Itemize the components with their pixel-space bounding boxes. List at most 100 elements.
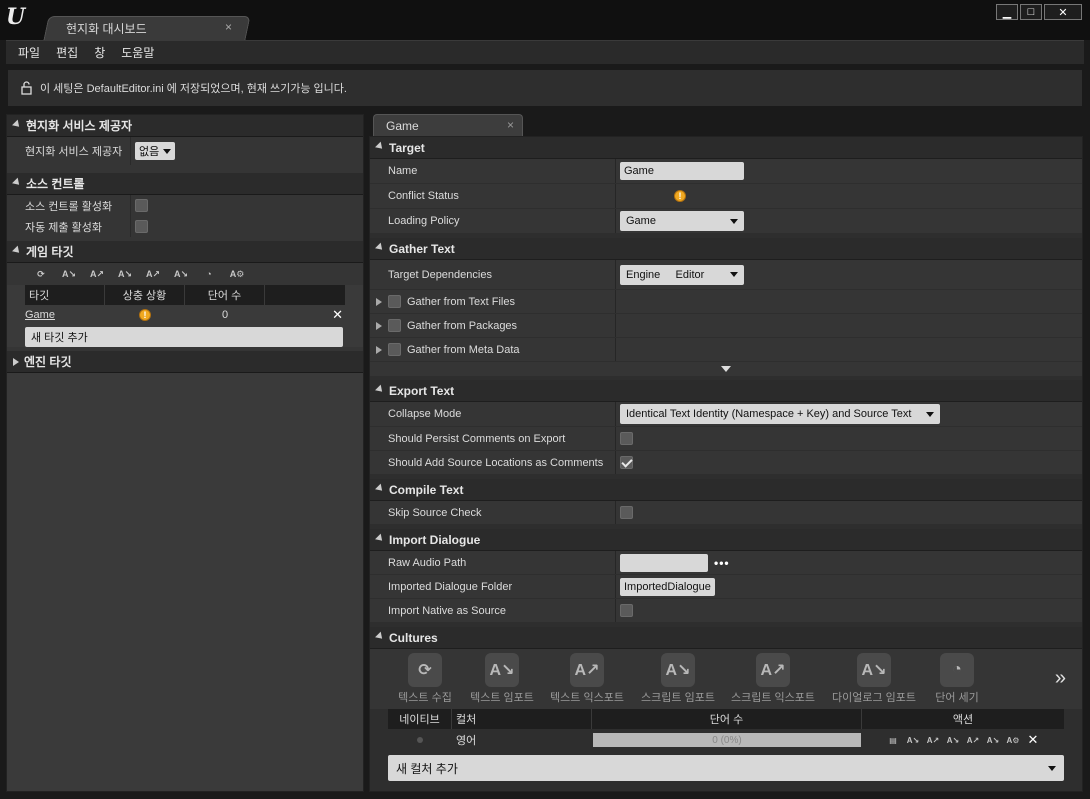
gather-packages-checkbox[interactable] [388, 319, 401, 332]
minimize-button[interactable]: ▁ [996, 4, 1018, 20]
raw-audio-path-input[interactable] [620, 553, 708, 572]
collapse-icon [12, 245, 22, 256]
export-script-icon[interactable]: A↗ [145, 266, 161, 282]
category-title: Export Text [389, 383, 455, 398]
export-script-tool[interactable]: A↗ 스크립트 익스포트 [724, 653, 822, 705]
menu-help[interactable]: 도움말 [113, 44, 162, 61]
category-export-text[interactable]: Export Text [370, 380, 1082, 402]
gather-text-files-checkbox[interactable] [388, 295, 401, 308]
column-word-count: 단어 수 [592, 709, 862, 729]
maximize-button[interactable]: □ [1020, 4, 1042, 20]
count-words-tool[interactable]: ◔ 단어 세기 [926, 653, 988, 705]
compile-text-icon[interactable]: A⚙ [1005, 732, 1021, 748]
add-target-button[interactable]: 새 타깃 추가 [25, 327, 343, 347]
delete-icon[interactable]: ✕ [1025, 732, 1041, 748]
add-source-locations-checkbox[interactable] [620, 456, 633, 469]
enable-source-control-checkbox[interactable] [135, 199, 148, 212]
import-script-icon[interactable]: A↘ [117, 266, 133, 282]
import-native-checkbox[interactable] [620, 604, 633, 617]
column-actions [265, 285, 345, 305]
import-dialogue-icon[interactable]: A↘ [985, 732, 1001, 748]
advanced-expander[interactable] [370, 362, 1082, 376]
add-culture-label: 새 컬처 추가 [396, 761, 458, 776]
category-game-targets[interactable]: 게임 타깃 [7, 241, 363, 263]
menu-file[interactable]: 파일 [10, 44, 48, 61]
chevron-down-icon [1048, 765, 1056, 771]
close-button[interactable]: ✕ [1044, 4, 1082, 20]
export-text-icon[interactable]: A↗ [925, 732, 941, 748]
property-row-collapse-mode: Collapse Mode Identical Text Identity (N… [370, 402, 1082, 427]
skip-source-check-checkbox[interactable] [620, 506, 633, 519]
import-script-icon[interactable]: A↘ [945, 732, 961, 748]
category-source-control[interactable]: 소스 컨트롤 [7, 173, 363, 195]
unlock-icon [21, 81, 32, 95]
browse-button[interactable]: ••• [714, 556, 730, 570]
provider-dropdown[interactable]: 없음 [135, 142, 176, 160]
more-tools-icon[interactable]: » [1055, 667, 1066, 690]
collapse-icon [375, 141, 385, 152]
native-radio[interactable] [388, 737, 452, 743]
property-label: Should Persist Comments on Export [370, 427, 616, 450]
category-engine-targets[interactable]: 엔진 타깃 [7, 351, 363, 373]
target-name[interactable]: Game [25, 309, 105, 321]
edit-icon[interactable]: ▤ [885, 732, 901, 748]
expand-icon[interactable] [376, 321, 382, 330]
export-script-icon[interactable]: A↗ [965, 732, 981, 748]
category-cultures[interactable]: Cultures [370, 627, 1082, 649]
collapse-icon [12, 177, 22, 188]
import-dialogue-icon[interactable]: A↘ [173, 266, 189, 282]
export-text-tool[interactable]: A↗ 텍스트 익스포트 [542, 653, 632, 705]
tab-close-icon[interactable]: × [507, 118, 514, 132]
import-text-tool[interactable]: A↘ 텍스트 임포트 [462, 653, 542, 705]
property-row-gather-text-files: Gather from Text Files [370, 290, 1082, 314]
dependencies-dropdown[interactable]: Engine Editor [620, 264, 744, 285]
category-title: 게임 타깃 [26, 245, 74, 259]
document-tab[interactable]: 현지화 대시보드 × [58, 17, 238, 39]
name-input[interactable]: Game [620, 162, 744, 180]
property-row-target-dependencies: Target Dependencies Engine Editor [370, 260, 1082, 290]
tool-label: 텍스트 익스포트 [550, 692, 624, 704]
culture-actions: ▤ A↘ A↗ A↘ A↗ A↘ A⚙ ✕ [862, 732, 1064, 748]
collapse-icon [375, 533, 385, 544]
category-import-dialogue[interactable]: Import Dialogue [370, 529, 1082, 551]
game-targets-table: 타깃 상충 상황 단어 수 Game ! 0 ✕ [25, 285, 345, 325]
table-row[interactable]: 영어 0 (0%) ▤ A↘ A↗ A↘ A↗ A↘ A⚙ ✕ [388, 729, 1064, 751]
import-dialogue-tool[interactable]: A↘ 다이얼로그 임포트 [822, 653, 926, 705]
import-text-icon[interactable]: A↘ [61, 266, 77, 282]
property-row-name: Name Game [370, 159, 1082, 184]
expand-icon[interactable] [376, 297, 382, 306]
loading-policy-dropdown[interactable]: Game [620, 211, 744, 231]
expand-icon[interactable] [376, 345, 382, 354]
import-script-icon: A↘ [661, 653, 695, 687]
table-row[interactable]: Game ! 0 ✕ [25, 305, 345, 325]
category-gather-text[interactable]: Gather Text [370, 238, 1082, 260]
tab-close-icon[interactable]: × [225, 20, 232, 34]
add-culture-dropdown[interactable]: 새 컬처 추가 [388, 755, 1064, 781]
import-script-tool[interactable]: A↘ 스크립트 임포트 [632, 653, 724, 705]
tool-label: 텍스트 임포트 [470, 692, 534, 704]
tab-game[interactable]: Game × [373, 114, 523, 136]
category-target[interactable]: Target [370, 137, 1082, 159]
chevron-down-icon [163, 148, 172, 154]
menu-bar: 파일 편집 창 도움말 [6, 40, 1084, 64]
gather-text-icon[interactable]: ⟳ [33, 266, 49, 282]
count-words-icon[interactable]: ◔ [201, 266, 217, 282]
export-text-icon[interactable]: A↗ [89, 266, 105, 282]
compile-text-icon[interactable]: A⚙ [229, 266, 245, 282]
category-localization-provider[interactable]: 현지화 서비스 제공자 [7, 115, 363, 137]
delete-icon[interactable]: ✕ [265, 307, 345, 323]
import-text-icon[interactable]: A↘ [905, 732, 921, 748]
collapse-mode-dropdown[interactable]: Identical Text Identity (Namespace + Key… [620, 404, 940, 424]
gather-text-tool[interactable]: ⟳ 텍스트 수집 [388, 653, 462, 705]
menu-window[interactable]: 창 [86, 44, 113, 61]
export-text-icon: A↗ [570, 653, 604, 687]
gather-meta-data-checkbox[interactable] [388, 343, 401, 356]
property-row-provider: 현지화 서비스 제공자 없음 [7, 137, 363, 165]
imported-dialogue-folder-input[interactable]: ImportedDialogue [620, 577, 715, 596]
menu-edit[interactable]: 편집 [48, 44, 86, 61]
property-value: ImportedDialogue [616, 575, 715, 598]
persist-comments-checkbox[interactable] [620, 432, 633, 445]
tool-label: 스크립트 임포트 [641, 692, 715, 704]
auto-submit-checkbox[interactable] [135, 220, 148, 233]
category-compile-text[interactable]: Compile Text [370, 479, 1082, 501]
